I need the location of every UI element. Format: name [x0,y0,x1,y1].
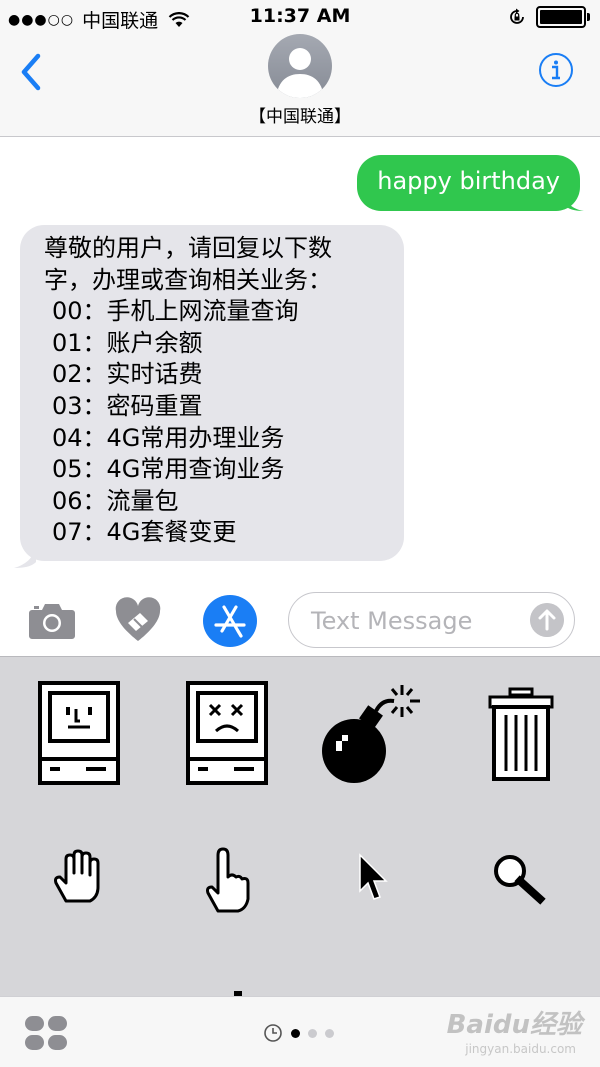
chevron-left-icon[interactable] [16,52,46,92]
message-text-field[interactable]: Text Message [288,592,575,648]
watermark-brand: Baidu经验 [446,1010,582,1040]
status-right [508,6,590,28]
page-dot [325,1028,334,1038]
contact-name[interactable]: 【中国联通】 [0,102,600,127]
page-dot [308,1028,317,1038]
message-line: 07：4G套餐变更 [52,518,237,547]
message-line: 尊敬的用户，请回复以下数 [44,234,332,262]
message-placeholder: Text Message [311,607,473,635]
message-line: 01：账户余额 [52,328,203,357]
contact-avatar[interactable] [268,34,332,98]
message-line: 00：手机上网流量查询 [52,297,299,326]
app-store-icon[interactable] [202,594,258,648]
arrow-up-icon[interactable] [530,603,564,637]
arrow-cursor-sticker[interactable] [358,853,388,903]
status-bar: ●●●○○ 中国联通 11:37 AM [0,0,600,34]
message-input-bar: Text Message [0,582,600,656]
grab-hand-sticker[interactable] [52,849,110,905]
conversation-header: 【中国联通】 [0,34,600,137]
info-icon[interactable] [538,52,574,88]
magnifier-sticker[interactable] [492,853,546,905]
message-line: 06：流量包 [52,486,179,515]
received-message-bubble[interactable]: 尊敬的用户，请回复以下数 字，办理或查询相关业务： 00：手机上网流量查询 01… [20,225,404,561]
page-indicator[interactable] [263,1023,334,1043]
trash-can-sticker[interactable] [488,687,554,781]
message-line: 03：密码重置 [52,391,203,420]
message-line: 04：4G常用办理业务 [52,423,285,452]
sent-bubble-tail [564,193,584,211]
happy-mac-sticker[interactable] [38,681,120,785]
watermark-url: jingyan.baidu.com [465,1042,576,1056]
message-line: 02：实时话费 [52,360,203,389]
pointing-hand-sticker[interactable] [200,847,252,915]
person-silhouette-icon [276,48,324,98]
sad-mac-sticker[interactable] [186,681,268,785]
bomb-sticker[interactable] [320,679,426,787]
clock-icon [264,1024,282,1042]
message-line: 05：4G常用查询业务 [52,455,285,484]
sent-message-bubble[interactable]: happy birthday [357,155,580,211]
camera-icon[interactable] [28,600,76,640]
battery-icon [536,6,590,28]
received-bubble-tail [14,546,36,568]
page-dot-active [291,1028,300,1038]
message-line: 字，办理或查询相关业务： [44,265,332,294]
rotation-lock-icon [510,8,524,24]
heart-icon[interactable] [114,597,162,643]
sticker-drawer [0,656,600,996]
app-grid-icon[interactable] [24,1015,68,1051]
